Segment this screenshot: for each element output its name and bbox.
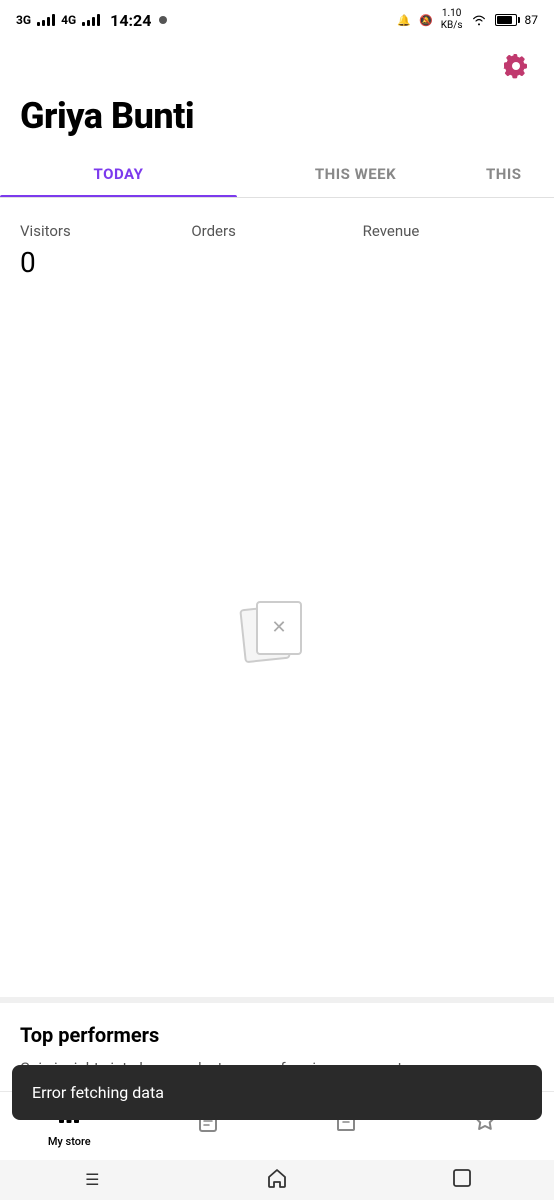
tab-this-week[interactable]: THIS WEEK <box>237 153 474 197</box>
status-right: 🔔 🔕 1.10 KB/s 87 <box>397 8 538 32</box>
header: Griya Bunti <box>0 87 554 153</box>
status-bar: 3G 4G 14:24 🔔 🔕 1.10 KB/s 87 <box>0 0 554 40</box>
home-icon <box>266 1167 288 1194</box>
hamburger-icon: ☰ <box>85 1170 99 1190</box>
recents-icon <box>453 1169 471 1192</box>
signal-bars-3g <box>37 14 55 26</box>
revenue-label: Revenue <box>363 222 534 240</box>
stat-orders: Orders <box>191 222 362 279</box>
tab-today[interactable]: TODAY <box>0 153 237 197</box>
network-3g: 3G <box>16 13 31 27</box>
settings-row <box>0 40 554 87</box>
my-store-label: My store <box>48 1135 91 1148</box>
visitors-value: 0 <box>20 246 191 279</box>
time-display: 14:24 <box>110 11 151 30</box>
network-4g: 4G <box>61 13 76 27</box>
error-toast: Error fetching data <box>12 1065 542 1120</box>
visitors-label: Visitors <box>20 222 191 240</box>
mute-icon: 🔕 <box>419 14 433 27</box>
gear-icon <box>502 52 530 80</box>
android-home-button[interactable] <box>257 1160 297 1200</box>
orders-label: Orders <box>191 222 362 240</box>
battery-percent: 87 <box>525 13 539 27</box>
tab-this[interactable]: THIS <box>474 153 554 197</box>
stat-revenue: Revenue <box>363 222 534 279</box>
status-dot <box>159 16 167 24</box>
status-left: 3G 4G 14:24 <box>16 11 167 30</box>
android-back-button[interactable] <box>442 1160 482 1200</box>
android-menu-button[interactable]: ☰ <box>72 1160 112 1200</box>
speed-indicator: 1.10 KB/s <box>441 8 463 32</box>
no-data-icon: ✕ <box>242 597 312 667</box>
tabs-container: TODAY THIS WEEK THIS <box>0 153 554 198</box>
app-title: Griya Bunti <box>20 95 534 137</box>
settings-button[interactable] <box>498 48 534 87</box>
top-performers-title: Top performers <box>20 1023 534 1047</box>
error-message: Error fetching data <box>32 1083 164 1102</box>
signal-bars-4g <box>82 14 100 26</box>
android-nav-bar: ☰ <box>0 1160 554 1200</box>
x-mark-icon: ✕ <box>271 617 286 638</box>
stats-row: Visitors 0 Orders Revenue <box>0 198 554 287</box>
alarm-icon: 🔔 <box>397 14 411 27</box>
wifi-icon <box>471 14 487 26</box>
stat-visitors: Visitors 0 <box>20 222 191 279</box>
empty-doc-front: ✕ <box>256 601 302 655</box>
battery-icon <box>495 14 517 26</box>
empty-state: ✕ <box>0 287 554 997</box>
